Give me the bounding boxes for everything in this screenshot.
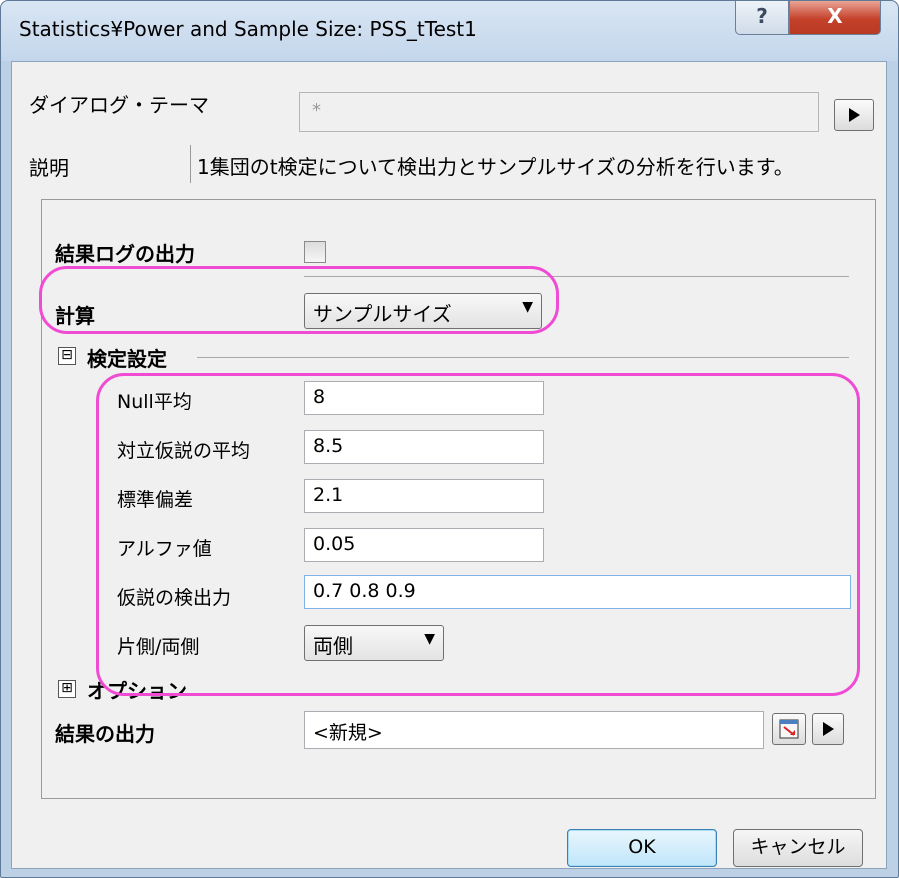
- dialog-window: Statistics¥Power and Sample Size: PSS_tT…: [0, 0, 899, 878]
- dialog-body: ダイアログ・テーマ * 説明 1集団のt検定について検出力とサンプルサイズの分析…: [11, 61, 887, 869]
- theme-field[interactable]: *: [299, 92, 819, 132]
- options-label: オプション: [87, 679, 187, 703]
- std-dev-label: 標準偏差: [117, 489, 194, 511]
- cancel-button[interactable]: キャンセル: [733, 829, 863, 867]
- result-log-label: 結果ログの出力: [55, 242, 195, 266]
- select-range-icon: [779, 719, 799, 739]
- alt-mean-label: 対立仮説の平均: [117, 440, 251, 462]
- output-label: 結果の出力: [55, 722, 155, 746]
- null-mean-label: Null平均: [117, 391, 192, 413]
- collapse-icon[interactable]: ⊟: [58, 347, 76, 365]
- play-arrow-icon: [849, 108, 860, 122]
- calc-label: 計算: [55, 304, 95, 328]
- divider: [304, 276, 849, 277]
- window-title: Statistics¥Power and Sample Size: PSS_tT…: [19, 17, 477, 41]
- theme-label: ダイアログ・テーマ: [29, 93, 209, 117]
- tails-select-value: 両側: [313, 634, 353, 658]
- alpha-input[interactable]: 0.05: [304, 528, 544, 562]
- ok-button[interactable]: OK: [567, 829, 717, 867]
- tails-label: 片側/両側: [117, 636, 200, 658]
- description-label: 説明: [29, 156, 69, 180]
- output-field[interactable]: <新規>: [304, 711, 764, 749]
- std-dev-input[interactable]: 2.1: [304, 479, 544, 513]
- description-text: 1集団のt検定について検出力とサンプルサイズの分析を行います。: [190, 145, 885, 183]
- title-bar[interactable]: Statistics¥Power and Sample Size: PSS_tT…: [1, 1, 898, 61]
- result-log-checkbox[interactable]: [304, 241, 326, 263]
- expand-icon[interactable]: ⊞: [58, 680, 76, 698]
- alt-mean-input[interactable]: 8.5: [304, 430, 544, 464]
- play-arrow-icon: [823, 722, 834, 736]
- alpha-label: アルファ値: [117, 538, 212, 560]
- test-settings-label: 検定設定: [87, 347, 167, 371]
- output-menu-button[interactable]: [812, 713, 844, 745]
- tails-select[interactable]: 両側 ▼: [304, 625, 444, 661]
- dropdown-arrow-icon: ▼: [522, 299, 533, 315]
- close-button[interactable]: X: [789, 1, 881, 35]
- settings-panel: 結果ログの出力 計算 サンプルサイズ ▼ ⊟ 検定設定 Null平均 8 対立仮…: [41, 199, 876, 799]
- help-button[interactable]: ?: [735, 1, 789, 35]
- calc-select[interactable]: サンプルサイズ ▼: [304, 293, 542, 329]
- output-picker-button[interactable]: [772, 713, 806, 745]
- power-label: 仮説の検出力: [117, 587, 232, 609]
- null-mean-input[interactable]: 8: [304, 381, 544, 415]
- theme-menu-button[interactable]: [834, 99, 874, 131]
- dropdown-arrow-icon: ▼: [424, 631, 435, 647]
- calc-select-value: サンプルサイズ: [313, 302, 452, 326]
- group-divider: [197, 357, 849, 358]
- power-input[interactable]: 0.7 0.8 0.9: [304, 575, 851, 609]
